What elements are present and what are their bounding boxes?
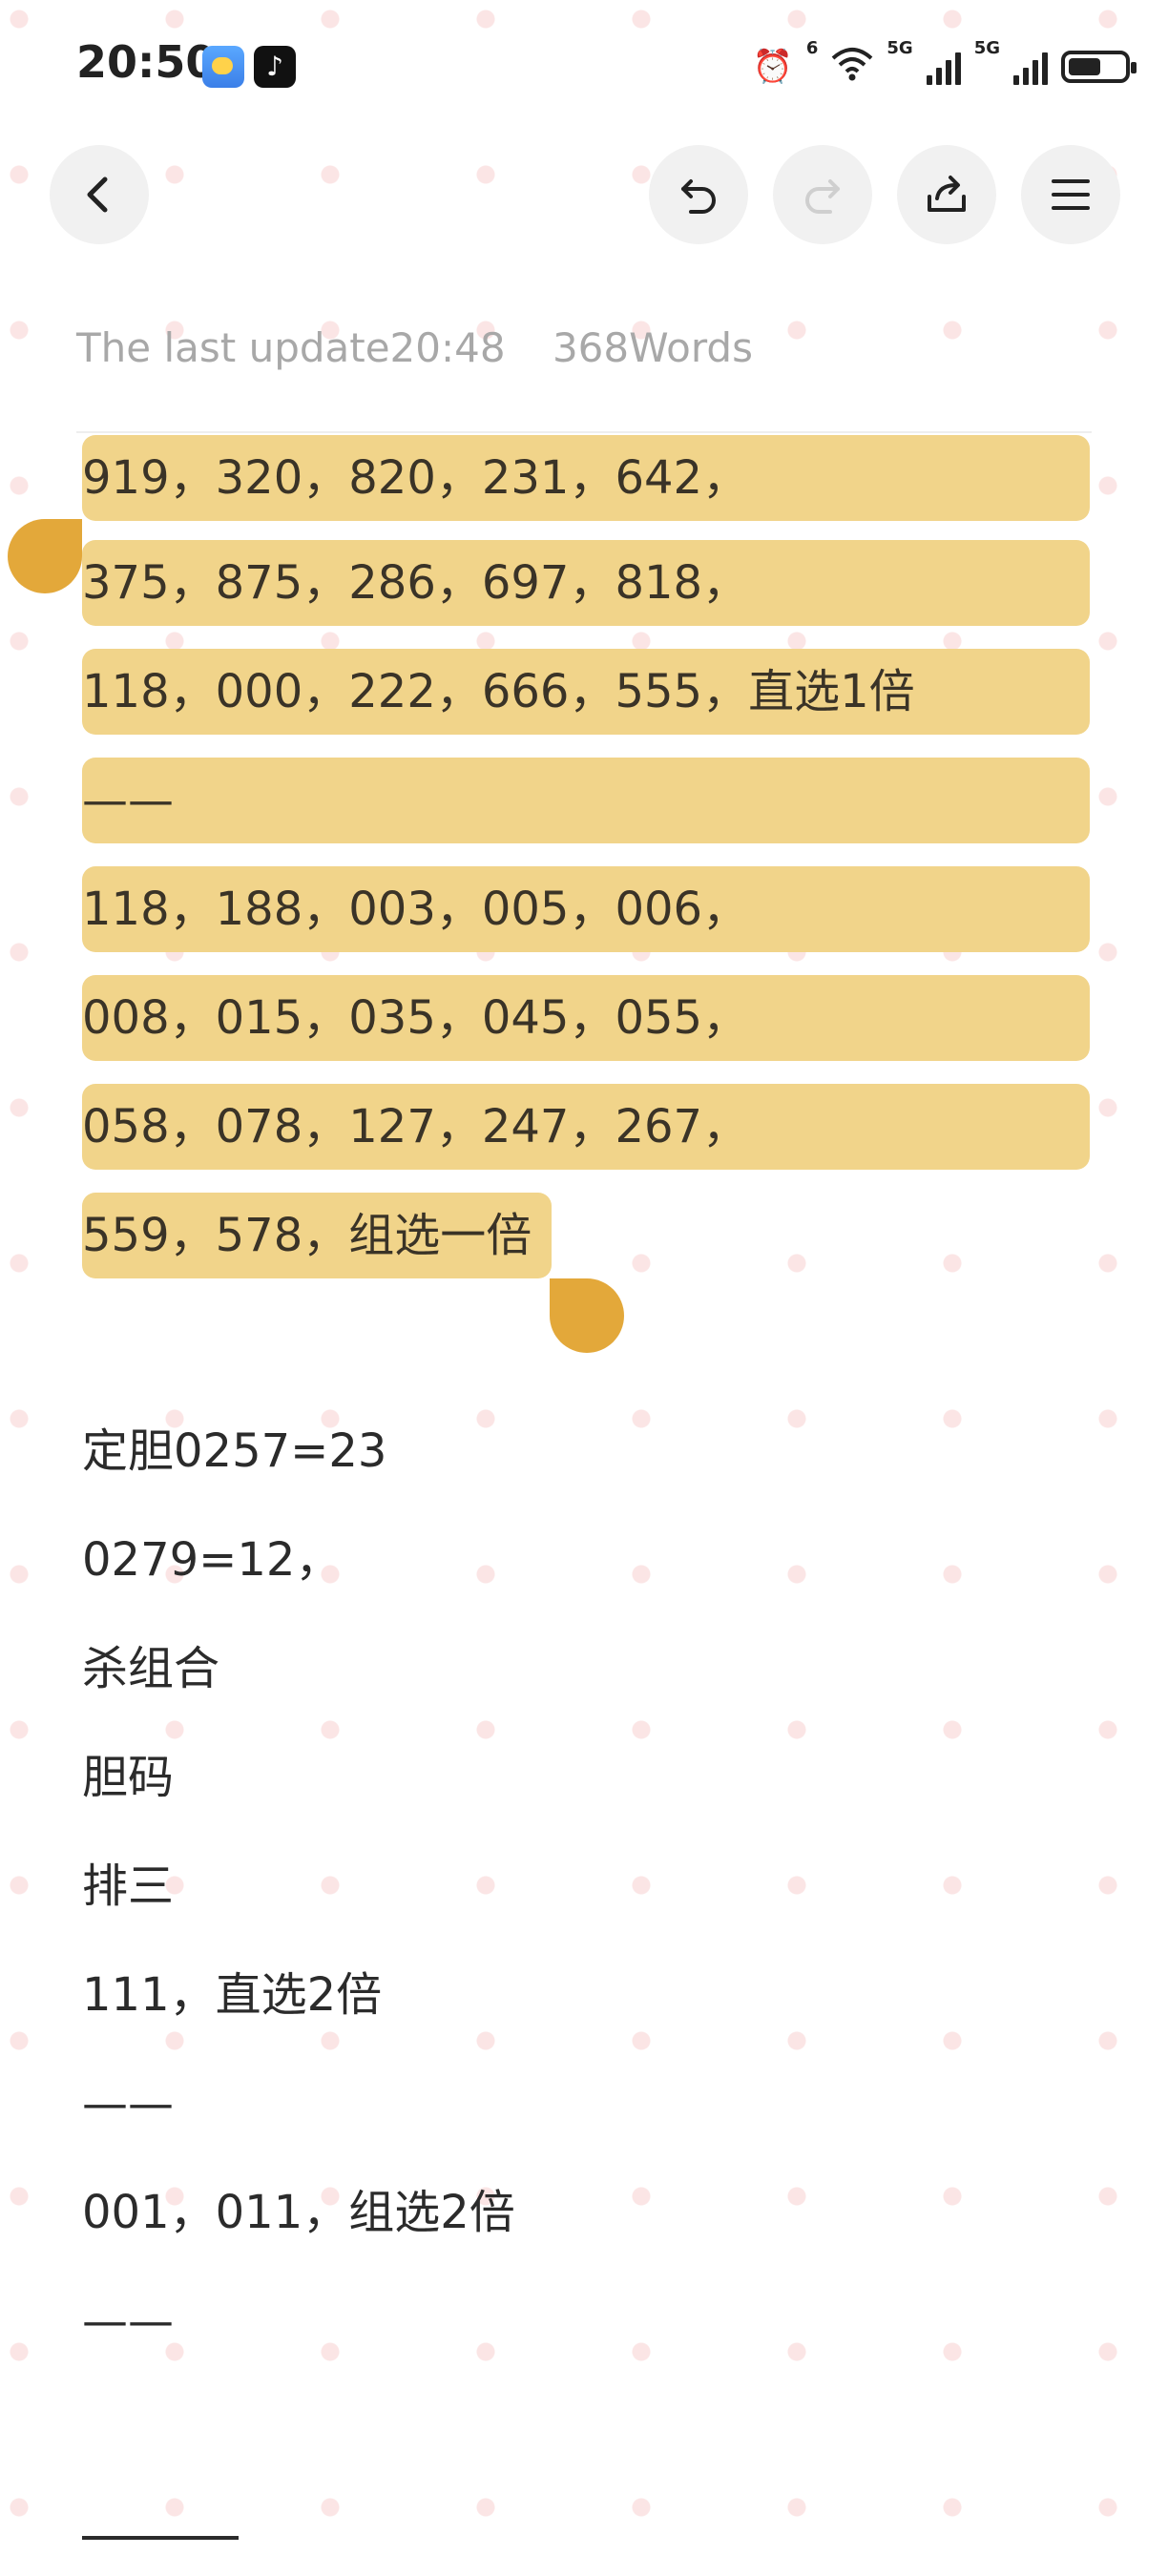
wifi-badge: 6	[805, 38, 819, 58]
highlighted-line[interactable]: 559，578，组选一倍	[82, 1193, 552, 1278]
highlighted-line[interactable]: 118，188，003，005，006，	[82, 866, 1090, 952]
status-time: 20:50	[76, 36, 217, 88]
note-line: 111，直选2倍	[82, 1968, 383, 2022]
weather-app-icon	[202, 46, 244, 88]
signal-5g-icon	[1013, 49, 1048, 85]
highlighted-line[interactable]: ——	[82, 758, 1090, 843]
status-bar: 20:50 ♪ ⏰ 6 5G 5G	[0, 0, 1168, 134]
wifi-icon	[831, 47, 873, 87]
redo-button[interactable]	[773, 145, 872, 244]
note-line: 0279=12，	[82, 1533, 342, 1587]
menu-button[interactable]	[1021, 145, 1120, 244]
note-line: 001，011，组选2倍	[82, 2186, 515, 2239]
note-meta: The last update20:48 368Words	[76, 324, 787, 371]
share-icon	[928, 176, 966, 212]
undo-icon	[681, 179, 716, 214]
note-line: 375，875，286，697，818，	[82, 556, 749, 610]
last-update-text: The last update20:48	[76, 324, 506, 371]
note-line: 118，188，003，005，006，	[82, 883, 749, 936]
highlighted-line[interactable]: 375，875，286，697，818，	[82, 540, 1090, 626]
note-line: ——	[82, 774, 174, 827]
back-button[interactable]	[50, 145, 149, 244]
network-label-2: 5G	[973, 38, 1000, 58]
selection-end-handle[interactable]	[550, 1278, 624, 1353]
network-label-1: 5G	[886, 38, 913, 58]
note-line: 118，000，222，666，555，直选1倍	[82, 665, 915, 718]
back-icon	[87, 177, 108, 213]
battery-icon	[1061, 51, 1137, 83]
menu-icon	[1052, 179, 1090, 210]
highlighted-line[interactable]: 058，078，127，247，267，	[82, 1084, 1090, 1170]
selection-start-handle[interactable]	[8, 519, 82, 593]
highlighted-line[interactable]: 118，000，222，666，555，直选1倍	[82, 649, 1090, 735]
note-line: 058，078，127，247，267，	[82, 1100, 749, 1153]
note-line: ——	[82, 2295, 174, 2348]
share-button[interactable]	[897, 145, 996, 244]
alarm-icon: ⏰	[752, 48, 793, 86]
tiktok-app-icon: ♪	[254, 46, 296, 88]
undo-button[interactable]	[649, 145, 748, 244]
note-line: 杀组合	[82, 1642, 220, 1695]
highlighted-line[interactable]: 008，015，035，045，055，	[82, 975, 1090, 1061]
note-line: ——	[82, 2077, 174, 2130]
note-line: 008，015，035，045，055，	[82, 991, 749, 1045]
editor-toolbar	[0, 134, 1168, 258]
note-line: 559，578，组选一倍	[82, 1209, 532, 1262]
redo-icon	[805, 179, 840, 214]
note-line: 胆码	[82, 1751, 175, 1804]
status-icons: ⏰ 6 5G 5G	[752, 38, 1137, 95]
note-line: 919，320，820，231，642，	[82, 451, 749, 505]
horizontal-rule	[82, 2536, 239, 2540]
signal-5g-icon	[926, 49, 961, 85]
divider	[76, 431, 1092, 433]
highlighted-line[interactable]: 919，320，820，231，642，	[82, 435, 1090, 521]
note-line: 排三	[82, 1859, 175, 1913]
word-count-text: 368Words	[552, 324, 753, 371]
note-line: 定胆0257=23	[82, 1424, 387, 1478]
